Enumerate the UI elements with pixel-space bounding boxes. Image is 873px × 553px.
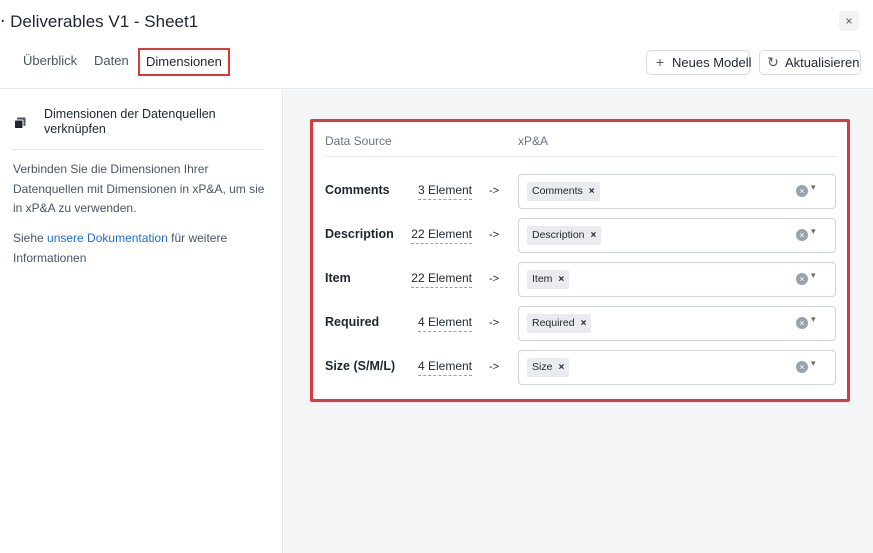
chip-label: Item — [532, 273, 553, 285]
chevron-down-icon[interactable]: ▾ — [811, 226, 816, 237]
chip-label: Size — [532, 361, 553, 373]
chevron-down-icon[interactable]: ▾ — [811, 314, 816, 325]
plus-icon: + — [655, 54, 665, 70]
mapping-arrow: -> — [489, 185, 500, 197]
mapping-arrow: -> — [489, 229, 500, 241]
chip-label: Required — [532, 317, 575, 329]
chevron-down-icon[interactable]: ▾ — [811, 270, 816, 281]
selected-dimension-chip: Size × — [527, 358, 570, 377]
dimension-select[interactable]: Description × × ▾ — [518, 218, 836, 253]
chevron-down-icon[interactable]: ▾ — [811, 182, 816, 193]
selected-dimension-chip: Comments × — [527, 182, 600, 201]
column-divider — [325, 156, 836, 157]
layers-icon — [14, 117, 26, 129]
row-label: Item — [325, 271, 351, 285]
row-label: Required — [325, 315, 380, 329]
column-header-xpa: xP&A — [518, 134, 549, 148]
remove-chip-icon[interactable]: × — [558, 362, 564, 373]
refresh-icon: ↻ — [767, 54, 779, 70]
tab-data[interactable]: Daten — [94, 47, 129, 75]
tab-dimensions[interactable]: Dimensionen — [138, 48, 230, 76]
element-count[interactable]: 3 Element — [417, 183, 472, 200]
clear-selection-icon[interactable]: × — [796, 361, 808, 373]
remove-chip-icon[interactable]: × — [558, 274, 564, 285]
row-label: Size (S/M/L) — [325, 359, 396, 373]
sidebar-title: Dimensionen der Datenquellen verknüpfen — [44, 107, 216, 136]
chevron-down-icon[interactable]: ▾ — [811, 358, 816, 369]
clear-selection-icon[interactable]: × — [796, 229, 808, 241]
documentation-link[interactable]: unsere Dokumentation — [47, 231, 168, 245]
selected-dimension-chip: Required × — [527, 314, 592, 333]
column-header-data-source: Data Source — [325, 134, 392, 148]
selected-dimension-chip: Item × — [527, 270, 570, 289]
page-title: ‧ Deliverables V1 - Sheet1 — [0, 12, 199, 31]
row-label: Comments — [325, 183, 390, 197]
chip-label: Comments — [532, 185, 583, 197]
element-count[interactable]: 4 Element — [417, 359, 472, 376]
new-model-button[interactable]: + Neues Modell — [646, 50, 752, 75]
clear-selection-icon[interactable]: × — [796, 317, 808, 329]
sidebar-divider — [12, 149, 264, 150]
mapping-arrow: -> — [489, 317, 500, 329]
close-icon: × — [845, 14, 853, 28]
dimension-select[interactable]: Required × × ▾ — [518, 306, 836, 341]
new-model-label: Neues Modell — [672, 55, 752, 70]
close-button[interactable]: × — [839, 11, 859, 31]
element-count[interactable]: 22 Element — [411, 271, 472, 288]
sidebar-docs-paragraph: Siehe unsere Dokumentation für weitere I… — [13, 229, 253, 268]
mapping-arrow: -> — [489, 273, 500, 285]
remove-chip-icon[interactable]: × — [591, 230, 597, 241]
selected-dimension-chip: Description × — [527, 226, 602, 245]
clear-selection-icon[interactable]: × — [796, 273, 808, 285]
chip-label: Description — [532, 229, 585, 241]
dimension-select[interactable]: Size × × ▾ — [518, 350, 836, 385]
dimension-select[interactable]: Item × × ▾ — [518, 262, 836, 297]
element-count[interactable]: 22 Element — [411, 227, 472, 244]
dimension-select[interactable]: Comments × × ▾ — [518, 174, 836, 209]
element-count[interactable]: 4 Element — [417, 315, 472, 332]
refresh-label: Aktualisieren — [785, 55, 860, 70]
row-label: Description — [325, 227, 394, 241]
tab-overview[interactable]: Überblick — [23, 47, 77, 75]
mapping-arrow: -> — [489, 361, 500, 373]
remove-chip-icon[interactable]: × — [581, 318, 587, 329]
docs-prefix: Siehe — [13, 231, 48, 245]
clear-selection-icon[interactable]: × — [796, 185, 808, 197]
remove-chip-icon[interactable]: × — [589, 186, 595, 197]
refresh-button[interactable]: ↻ Aktualisieren — [759, 50, 861, 75]
sidebar-description: Verbinden Sie die Dimensionen Ihrer Date… — [13, 162, 265, 215]
